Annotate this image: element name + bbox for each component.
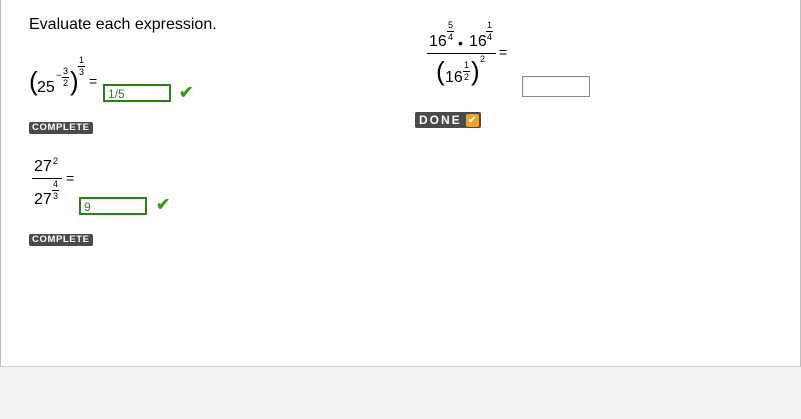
- p2-correct-check-icon: ✔: [156, 195, 171, 214]
- right-paren: ): [70, 66, 79, 96]
- p3-num-exp1-num: 5: [448, 20, 454, 30]
- p3-left-paren: (: [436, 56, 445, 86]
- p3-num-base2: 16: [469, 33, 487, 50]
- content-frame: [0, 0, 801, 367]
- p3-num-exp2-num: 1: [487, 20, 493, 30]
- p1-equals: =: [89, 73, 98, 89]
- p3-multiply-dot: •: [458, 35, 463, 51]
- p1-correct-check-icon: ✔: [179, 83, 194, 102]
- p3-num-exp2-den: 4: [487, 32, 493, 42]
- p3-num-base1: 16: [429, 33, 447, 50]
- p3-right-paren: ): [471, 56, 480, 86]
- p2-num-base: 27: [34, 158, 52, 175]
- p2-den-base: 27: [34, 191, 52, 208]
- p2-complete-badge: COMPLETE: [29, 234, 93, 246]
- checkmark-icon: ✔: [465, 113, 479, 127]
- done-button-label: DONE: [419, 113, 462, 127]
- p3-den-base: 16: [445, 69, 463, 86]
- instructions: Evaluate each expression.: [29, 16, 217, 33]
- done-button[interactable]: DONE ✔: [415, 112, 481, 128]
- p2-answer-input[interactable]: 9: [79, 197, 147, 215]
- p1-answer-input[interactable]: 1/5: [103, 84, 171, 102]
- p1-complete-badge: COMPLETE: [29, 122, 93, 134]
- p1-inner-exp-sign: −: [56, 70, 62, 80]
- p1-outer-exp-num: 1: [79, 55, 85, 65]
- p3-fraction-bar: [427, 53, 496, 54]
- p1-inner-exp-num: 3: [63, 66, 69, 76]
- p3-den-inner-exp-num: 1: [464, 60, 470, 70]
- p3-den-inner-exp-den: 2: [464, 72, 470, 82]
- p3-answer-input[interactable]: [522, 76, 590, 97]
- p2-num-exp: 2: [53, 156, 59, 166]
- p1-inner-exp-den: 2: [63, 78, 69, 88]
- p2-equals: =: [66, 170, 75, 186]
- footer-bar: [0, 367, 801, 419]
- p2-den-exp-num: 4: [53, 179, 59, 189]
- p1-base: 25: [37, 79, 55, 96]
- p3-den-outer-exp: 2: [480, 54, 486, 64]
- p3-num-exp1-den: 4: [448, 32, 454, 42]
- p3-equals: =: [499, 44, 508, 60]
- p1-outer-exp-den: 3: [79, 67, 85, 77]
- p2-den-exp-den: 3: [53, 191, 59, 201]
